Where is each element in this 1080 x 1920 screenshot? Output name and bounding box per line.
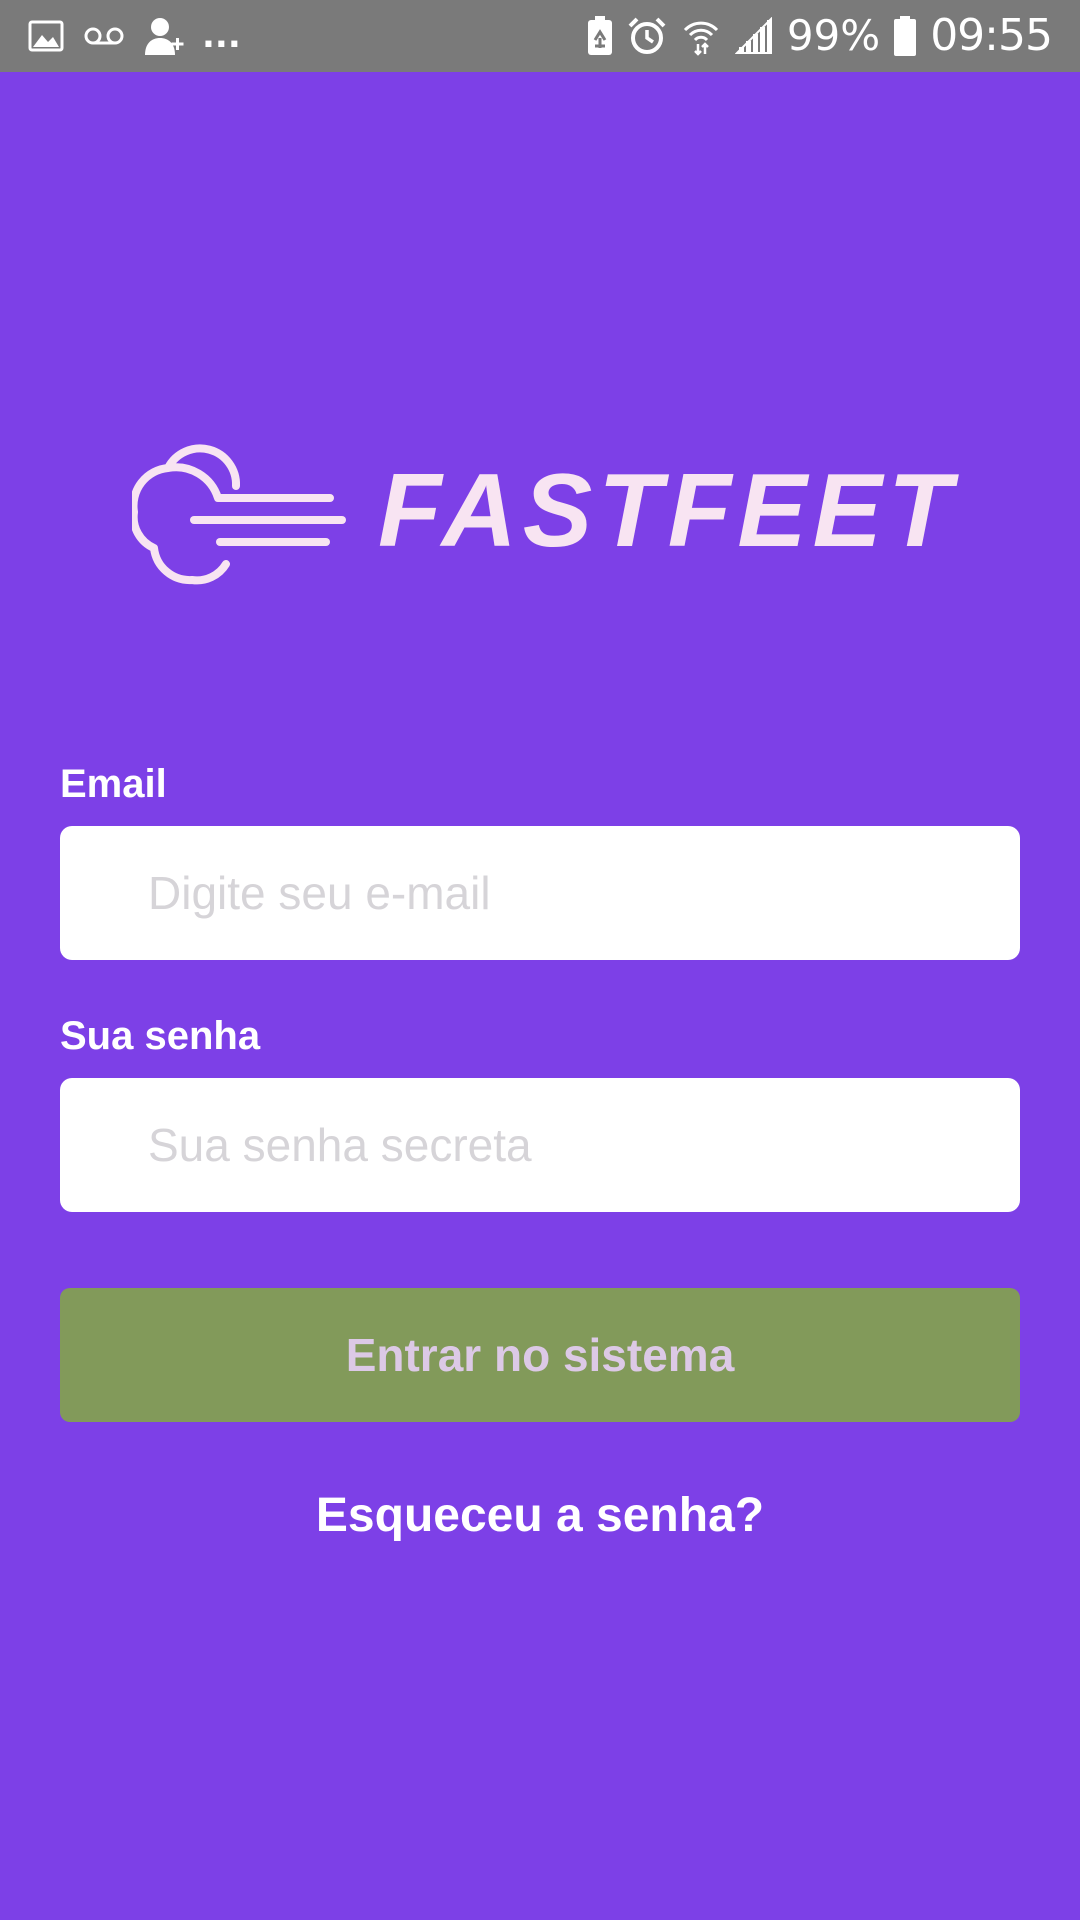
alarm-icon bbox=[628, 17, 666, 54]
more-notifications-indicator: ... bbox=[202, 16, 241, 56]
wifi-icon bbox=[683, 21, 718, 56]
login-button[interactable]: Entrar no sistema bbox=[60, 1288, 1020, 1422]
app-logo: FASTFEET bbox=[132, 440, 952, 586]
image-icon bbox=[28, 20, 64, 52]
status-bar-right: 99% 09:55 bbox=[587, 0, 1053, 72]
signal-icon bbox=[734, 17, 772, 54]
email-label: Email bbox=[60, 762, 167, 806]
logo-wordmark: FASTFEET bbox=[378, 453, 958, 569]
voicemail-icon bbox=[84, 27, 124, 45]
forgot-password-link[interactable]: Esqueceu a senha? bbox=[0, 1486, 1080, 1546]
password-field-container[interactable] bbox=[60, 1078, 1020, 1212]
email-input[interactable] bbox=[148, 826, 1020, 960]
speed-cloud-icon bbox=[132, 444, 346, 585]
status-bar: ... 99% 09:55 bbox=[0, 0, 1080, 72]
battery-icon bbox=[894, 16, 917, 56]
password-label: Sua senha bbox=[60, 1014, 261, 1058]
clock-time: 09:55 bbox=[930, 10, 1053, 61]
battery-percent: 99% bbox=[786, 11, 881, 60]
password-input[interactable] bbox=[148, 1078, 1020, 1212]
status-bar-left: ... bbox=[28, 0, 241, 72]
add-contact-icon bbox=[145, 18, 184, 55]
battery-saver-icon bbox=[587, 16, 612, 55]
email-field-container[interactable] bbox=[60, 826, 1020, 960]
